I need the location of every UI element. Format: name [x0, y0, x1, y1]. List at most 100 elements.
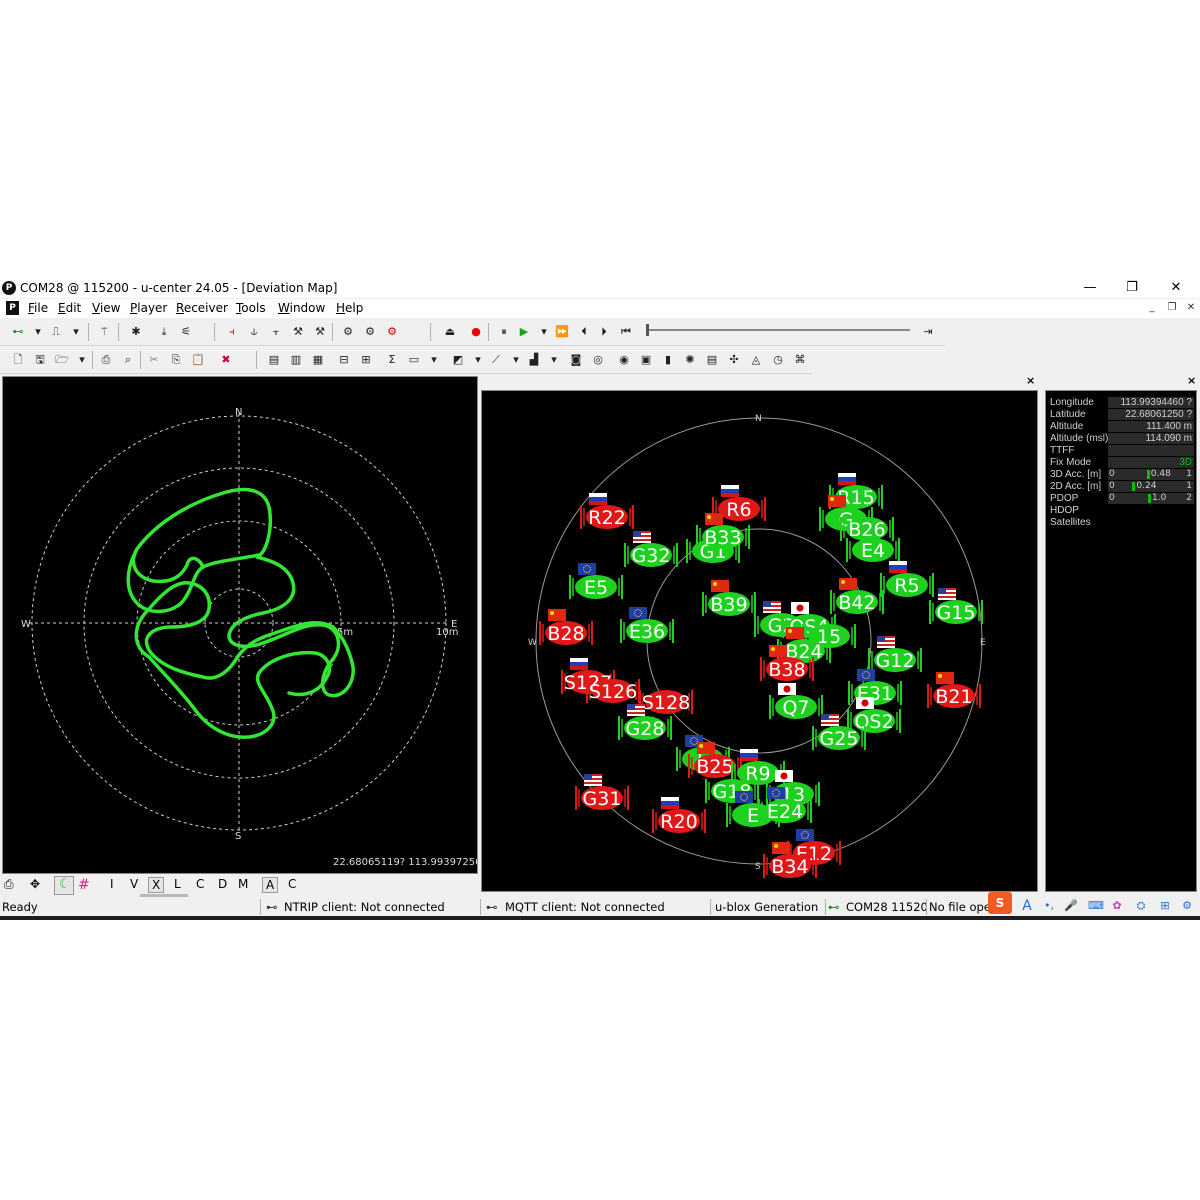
ime-letter-icon[interactable]: A	[1020, 899, 1034, 913]
grid-apps-icon[interactable]: ⊞	[1158, 899, 1172, 913]
satellite-marker[interactable]: R22	[580, 493, 634, 529]
cut-icon[interactable]: ✂	[146, 352, 162, 368]
config-sliders-icon[interactable]: ⚟	[178, 324, 194, 340]
clock-view-icon[interactable]: ◷	[770, 352, 786, 368]
eject-icon[interactable]: ⏏	[442, 324, 458, 340]
open-dropdown-icon[interactable]: ▾	[74, 352, 90, 368]
satellite-marker[interactable]: B25	[688, 742, 742, 778]
map-dropdown-icon[interactable]: ▾	[470, 352, 486, 368]
satellite-marker[interactable]: B42	[830, 578, 884, 614]
text-console-icon[interactable]: ▦	[310, 352, 326, 368]
satellite-marker[interactable]: G15	[929, 588, 983, 624]
close-button[interactable]: ✕	[1156, 278, 1196, 298]
settings-icon[interactable]: ⚙	[1180, 899, 1194, 913]
deviation-map-icon[interactable]: ✣	[726, 352, 742, 368]
play-dropdown-icon[interactable]: ▾	[536, 324, 552, 340]
pause-icon[interactable]: ⏸	[496, 324, 512, 340]
layer-toggle-l[interactable]: L	[174, 877, 181, 891]
menu-receiver[interactable]: Receiver	[176, 301, 228, 315]
navigation-view-icon[interactable]: ⌘	[792, 352, 808, 368]
satellite-marker[interactable]: S128	[639, 690, 693, 714]
debug-bug-icon[interactable]: ✱	[128, 324, 144, 340]
warm-start-icon[interactable]: ⫝	[246, 324, 262, 340]
sky-view-close-icon[interactable]: ×	[1026, 374, 1035, 387]
satellite-marker[interactable]: G32	[624, 531, 678, 567]
menu-help[interactable]: Help	[336, 301, 363, 315]
microphone-icon[interactable]: 🎤	[1064, 899, 1078, 913]
histogram-dropdown-icon[interactable]: ▾	[546, 352, 562, 368]
satellite-marker[interactable]: B28	[539, 609, 593, 645]
restore-button[interactable]: ❐	[1112, 278, 1152, 298]
info-view-icon[interactable]: ▤	[704, 352, 720, 368]
data-view-icon[interactable]: ▣	[638, 352, 654, 368]
reset-tools-icon[interactable]: ⚒	[290, 324, 306, 340]
playback-slider-thumb[interactable]	[646, 324, 649, 336]
gear-icon[interactable]: ⚙	[362, 324, 378, 340]
print-icon[interactable]: ⎙	[98, 352, 114, 368]
open-folder-icon[interactable]: 🗁	[54, 352, 70, 368]
record-icon[interactable]: ●	[468, 324, 484, 340]
statistic-view-icon[interactable]: Σ	[384, 352, 400, 368]
gear-icon[interactable]: ⚙	[384, 324, 400, 340]
track-toggle-button[interactable]: ☾	[54, 876, 74, 895]
spectrum-view-icon[interactable]: ◬	[748, 352, 764, 368]
layer-toggle-a[interactable]: A	[262, 877, 279, 893]
satellite-view-icon[interactable]: ✺	[682, 352, 698, 368]
messages-view-icon[interactable]: ⊟	[336, 352, 352, 368]
download-icon[interactable]: ⤓	[156, 324, 172, 340]
skin-icon[interactable]: ✿	[1110, 899, 1124, 913]
mdi-minimize-button[interactable]: _	[1145, 301, 1159, 315]
menu-tools[interactable]: Tools	[236, 301, 266, 315]
layer-toggle-d[interactable]: D	[218, 877, 227, 891]
satellite-marker[interactable]: B39	[702, 580, 756, 616]
baudrate-dropdown-icon[interactable]: ▾	[68, 324, 84, 340]
histogram-view-icon[interactable]: ▟	[526, 352, 542, 368]
cold-start-icon[interactable]: ⫟	[268, 324, 284, 340]
camera-view-icon[interactable]: ◙	[568, 352, 584, 368]
layer-toggle-v[interactable]: V	[130, 877, 138, 891]
satellite-marker[interactable]: R5	[880, 561, 934, 597]
info-view-close-icon[interactable]: ×	[1187, 374, 1196, 387]
clear-icon[interactable]: ✖	[218, 352, 234, 368]
input-method-icon[interactable]: S	[988, 892, 1012, 914]
satellite-marker[interactable]: S126	[586, 679, 640, 703]
layer-toggle-x[interactable]: X	[148, 877, 165, 893]
menu-edit[interactable]: Edit	[58, 301, 81, 315]
satellite-marker[interactable]: G12	[868, 636, 922, 672]
table-view-icon[interactable]: ▭	[406, 352, 422, 368]
pan-move-icon[interactable]: ✥	[30, 877, 40, 891]
fast-forward-icon[interactable]: ⏩	[554, 324, 570, 340]
print-preview-icon[interactable]: ⌕	[120, 352, 136, 368]
satellite-marker[interactable]: E4	[846, 538, 900, 562]
compass-icon[interactable]: ◉	[616, 352, 632, 368]
paste-icon[interactable]: 📋	[190, 352, 206, 368]
menu-window[interactable]: Window	[278, 301, 325, 315]
baudrate-icon[interactable]: ⎍	[48, 324, 64, 340]
signal-view-icon[interactable]: ▮	[660, 352, 676, 368]
new-file-icon[interactable]: 🗋	[10, 352, 26, 368]
minimize-button[interactable]: —	[1070, 278, 1110, 298]
step-back-icon[interactable]: ⏴	[576, 324, 592, 340]
chart-view-icon[interactable]: ⟋	[488, 352, 504, 368]
sky-view-icon[interactable]: ◎	[590, 352, 606, 368]
go-to-end-icon[interactable]: ⇥	[920, 324, 936, 340]
autobaud-wand-icon[interactable]: ⚚	[96, 324, 112, 340]
gear-icon[interactable]: ⚙	[340, 324, 356, 340]
game-icon[interactable]: ⛭	[1134, 899, 1148, 913]
menu-player[interactable]: Player	[130, 301, 167, 315]
config-view-icon[interactable]: ⊞	[358, 352, 374, 368]
poll-tools-icon[interactable]: ⚒	[312, 324, 328, 340]
connection-dropdown-icon[interactable]: ▾	[30, 324, 46, 340]
rewind-to-start-icon[interactable]: ⏮	[618, 324, 634, 340]
mdi-restore-button[interactable]: ❐	[1165, 301, 1179, 315]
satellite-marker[interactable]: B26	[840, 517, 894, 541]
menu-view[interactable]: View	[92, 301, 120, 315]
hot-start-icon[interactable]: ⫞	[224, 324, 240, 340]
grid-icon[interactable]: #	[78, 877, 90, 893]
satellite-marker[interactable]: Q7	[769, 683, 823, 719]
layer-toggle-m[interactable]: M	[238, 877, 248, 891]
map-view-icon[interactable]: ◩	[450, 352, 466, 368]
save-icon[interactable]: 🖫	[32, 352, 48, 368]
camera-snapshot-icon[interactable]: ⎙	[4, 877, 14, 892]
satellite-marker[interactable]: R20	[652, 797, 706, 833]
